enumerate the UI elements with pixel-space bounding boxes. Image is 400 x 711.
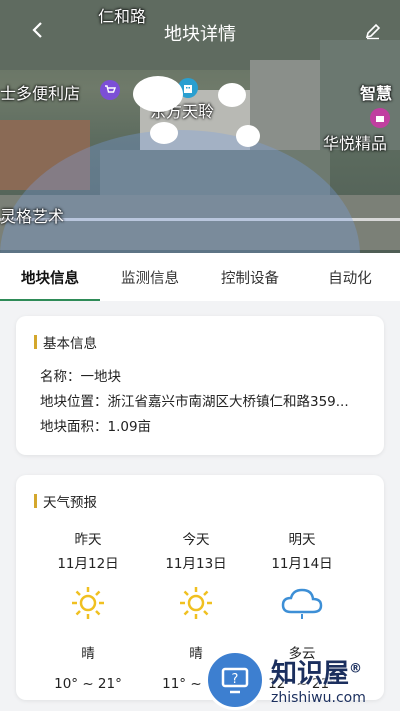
map-label-shop-left: 士多便利店 (0, 84, 81, 103)
map-label-art: 灵格艺术 (0, 207, 65, 226)
plot-location: 地块位置：浙江省嘉兴市南湖区大桥镇仁和路359... (40, 394, 349, 410)
weather-date: 11月14日 (271, 556, 333, 572)
basic-info-card: 基本信息 名称：一地块 地块位置：浙江省嘉兴市南湖区大桥镇仁和路359... 地… (16, 316, 384, 455)
basic-info-title: 基本信息 (34, 332, 97, 352)
tab-monitoring[interactable]: 监测信息 (100, 253, 200, 301)
store-icon[interactable] (370, 108, 390, 128)
shopping-cart-icon[interactable] (100, 80, 120, 100)
help-monitor-icon: ? (205, 649, 265, 710)
weather-date: 11月13日 (165, 556, 227, 572)
polygon-handle[interactable] (150, 122, 178, 144)
polygon-handle[interactable] (218, 83, 246, 107)
map-label-right: 智慧 (360, 84, 393, 103)
weather-desc: 晴 (81, 646, 95, 662)
map-view[interactable]: 仁和路 士多便利店 东方天聆 智慧 华悦精品 灵格艺术 地块详情 (0, 0, 400, 253)
map-label-shop-right: 华悦精品 (323, 134, 388, 153)
plot-area: 地块面积：1.09亩 (40, 419, 152, 435)
watermark: ? 知识屋® zhishiwu.com (205, 648, 400, 711)
polygon-handle[interactable] (133, 76, 183, 112)
weather-day-label: 明天 (288, 532, 316, 548)
sun-icon (146, 584, 246, 622)
svg-text:?: ? (232, 672, 239, 687)
weather-date: 11月12日 (57, 556, 119, 572)
pencil-icon (365, 23, 381, 40)
weather-day: 昨天 11月12日 晴 10° ~ 21° (38, 528, 138, 692)
edit-button[interactable] (364, 22, 386, 44)
watermark-reg: ® (349, 661, 363, 677)
watermark-url: zhishiwu.com (271, 690, 366, 706)
plot-name: 名称：一地块 (40, 369, 121, 385)
weather-temp: 10° ~ 21° (54, 676, 122, 692)
tab-control-devices[interactable]: 控制设备 (200, 253, 300, 301)
cloud-icon (252, 584, 352, 622)
weather-day-label: 昨天 (74, 532, 102, 548)
weather-day-label: 今天 (182, 532, 210, 548)
polygon-handle[interactable] (236, 125, 260, 147)
page-title: 地块详情 (164, 24, 236, 45)
sun-icon (38, 584, 138, 622)
tab-automation[interactable]: 自动化 (300, 253, 400, 301)
tab-bar: 地块信息 监测信息 控制设备 自动化 (0, 253, 400, 301)
tab-plot-info[interactable]: 地块信息 (0, 253, 100, 301)
watermark-title: 知识屋 (271, 659, 350, 689)
weather-title: 天气预报 (34, 491, 97, 511)
